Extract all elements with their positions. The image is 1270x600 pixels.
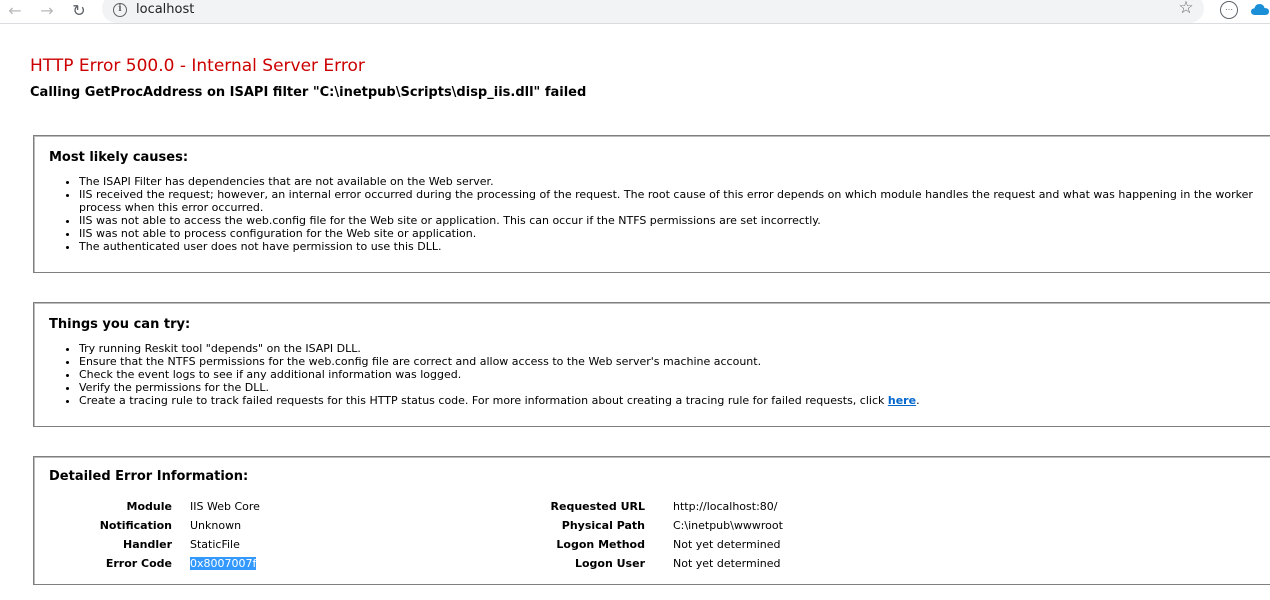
error-title: HTTP Error 500.0 - Internal Server Error [30, 56, 365, 76]
address-bar[interactable]: i localhost ☆ [102, 0, 1204, 23]
details-table: Module IIS Web Core Requested URL http:/… [34, 497, 1270, 573]
detail-key: Module [126, 500, 172, 513]
try-heading: Things you can try: [49, 317, 191, 332]
detail-key: Error Code [105, 557, 172, 570]
list-item: Ensure that the NTFS permissions for the… [79, 355, 1270, 368]
detail-key: Logon Method [556, 538, 645, 551]
detail-key: Logon User [574, 557, 645, 570]
list-item: IIS received the request; however, an in… [79, 188, 1270, 214]
here-link[interactable]: here [888, 394, 916, 407]
info-icon[interactable]: i [113, 3, 127, 17]
address-url[interactable]: localhost [136, 2, 194, 17]
detail-key: Requested URL [550, 500, 645, 513]
list-item: Check the event logs to see if any addit… [79, 368, 1270, 381]
list-item: Try running Reskit tool "depends" on the… [79, 342, 1270, 355]
try-panel: Things you can try: Try running Reskit t… [33, 302, 1270, 427]
bookmark-star-icon[interactable]: ☆ [1177, 0, 1195, 17]
details-heading: Detailed Error Information: [49, 469, 249, 484]
list-item: Create a tracing rule to track failed re… [79, 394, 1270, 407]
detail-value: IIS Web Core [190, 500, 260, 513]
back-arrow-icon[interactable]: ← [4, 0, 26, 20]
detail-value: http://localhost:80/ [673, 500, 778, 513]
detail-value: StaticFile [190, 538, 240, 551]
list-item: Verify the permissions for the DLL. [79, 381, 1270, 394]
forward-arrow-icon[interactable]: → [36, 0, 58, 20]
tracing-rule-suffix: . [916, 394, 920, 407]
detail-value: Not yet determined [673, 557, 781, 570]
details-panel: Detailed Error Information: Module IIS W… [33, 456, 1270, 585]
list-item: IIS was not able to access the web.confi… [79, 214, 1270, 227]
cloud-extension-icon[interactable] [1250, 2, 1270, 16]
table-row: Error Code 0x8007007f Logon User Not yet… [34, 554, 1270, 573]
detail-value: 0x8007007f [190, 554, 537, 573]
error-page: HTTP Error 500.0 - Internal Server Error… [30, 52, 1270, 585]
list-item: The authenticated user does not have per… [79, 240, 1270, 253]
table-row: Notification Unknown Physical Path C:\in… [34, 516, 1270, 535]
causes-panel: Most likely causes: The ISAPI Filter has… [33, 135, 1270, 273]
browser-toolbar: ← → ↻ i localhost ☆ ⋯ [0, 0, 1270, 24]
tracing-rule-text: Create a tracing rule to track failed re… [79, 394, 888, 407]
causes-list: The ISAPI Filter has dependencies that a… [79, 175, 1270, 253]
extension-icon[interactable]: ⋯ [1220, 1, 1238, 19]
causes-heading: Most likely causes: [49, 150, 189, 165]
detail-key: Physical Path [561, 519, 645, 532]
error-subtitle: Calling GetProcAddress on ISAPI filter "… [30, 85, 587, 100]
reload-icon[interactable]: ↻ [68, 0, 90, 20]
table-row: Handler StaticFile Logon Method Not yet … [34, 535, 1270, 554]
detail-key: Notification [99, 519, 172, 532]
try-list: Try running Reskit tool "depends" on the… [79, 342, 1270, 407]
detail-key: Handler [123, 538, 172, 551]
error-code-value[interactable]: 0x8007007f [190, 557, 257, 570]
detail-value: Unknown [190, 519, 242, 532]
detail-value: Not yet determined [673, 538, 781, 551]
table-row: Module IIS Web Core Requested URL http:/… [34, 497, 1270, 516]
list-item: The ISAPI Filter has dependencies that a… [79, 175, 1270, 188]
list-item: IIS was not able to process configuratio… [79, 227, 1270, 240]
detail-value: C:\inetpub\wwwroot [673, 519, 783, 532]
